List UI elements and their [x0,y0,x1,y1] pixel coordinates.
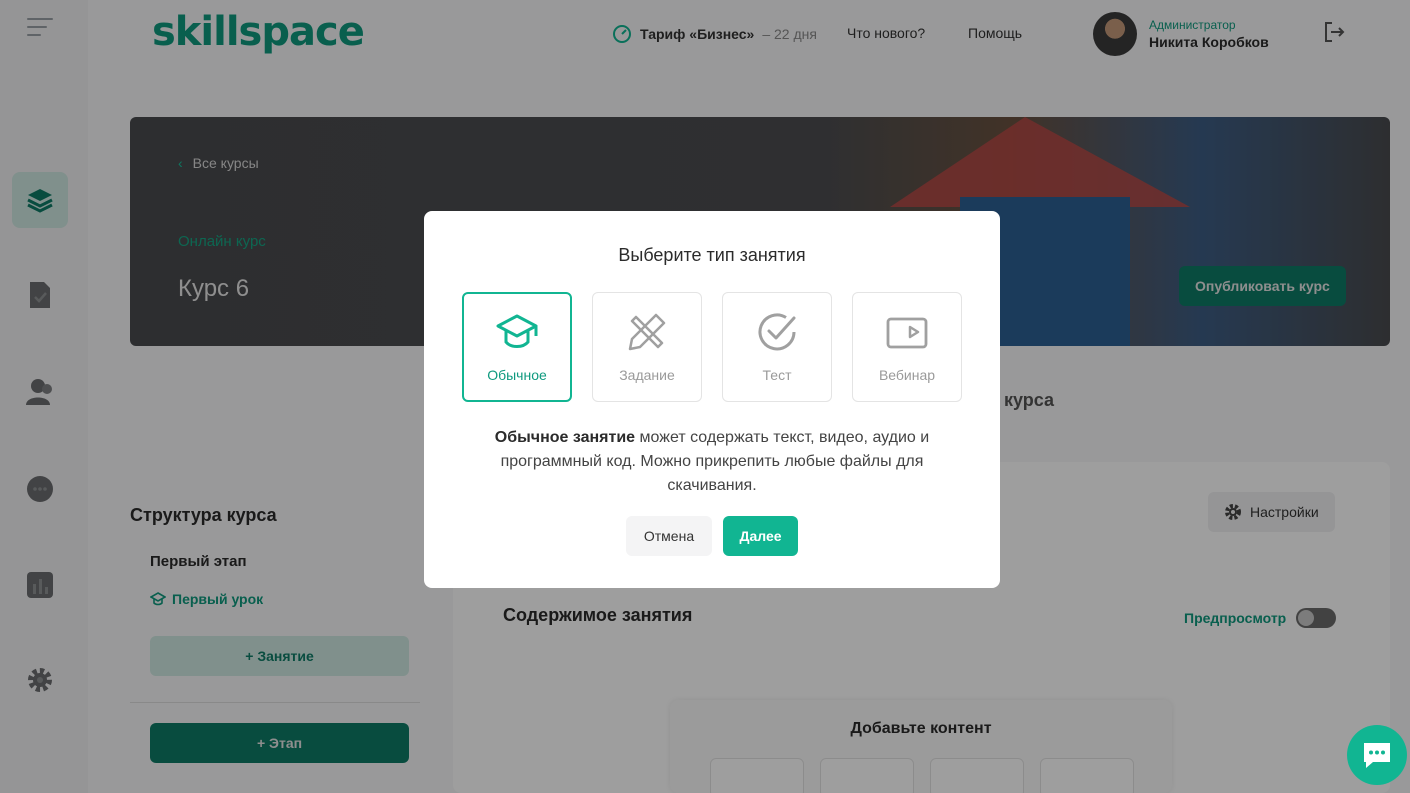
lesson-type-modal: Выберите тип занятия Обычное Задание Тес… [424,211,1000,588]
lesson-type-test[interactable]: Тест [722,292,832,402]
lesson-type-assignment[interactable]: Задание [592,292,702,402]
cancel-button[interactable]: Отмена [626,516,712,556]
next-button[interactable]: Далее [723,516,798,556]
pencil-ruler-icon [628,313,666,351]
check-circle-icon [758,313,796,351]
video-camera-icon [886,317,928,349]
lesson-type-webinar[interactable]: Вебинар [852,292,962,402]
lesson-type-label: Вебинар [878,367,936,383]
chat-bubble-icon [1364,743,1390,768]
graduation-cap-icon [496,314,538,348]
modal-title: Выберите тип занятия [618,245,806,265]
lesson-type-description: Обычное занятие может содержать текст, в… [484,426,940,498]
lesson-type-label: Задание [619,367,675,383]
support-chat-button[interactable] [1347,725,1407,785]
lesson-type-label: Тест [762,367,792,383]
lesson-type-regular[interactable]: Обычное [462,292,572,402]
lesson-type-label: Обычное [487,367,547,383]
description-bold: Обычное занятие [494,429,636,446]
lesson-type-options: Обычное Задание Тест Вебинар [462,292,962,402]
